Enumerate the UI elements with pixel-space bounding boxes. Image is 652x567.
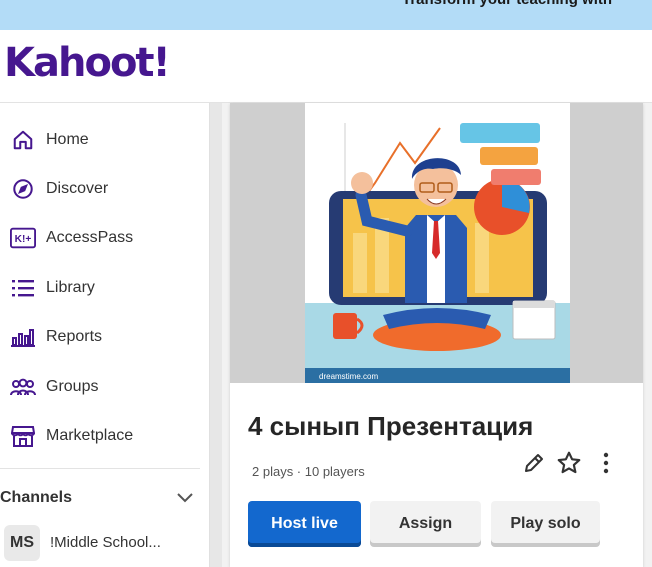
sidebar-item-library[interactable]: Library bbox=[0, 268, 210, 308]
star-icon[interactable] bbox=[555, 449, 583, 477]
list-icon bbox=[10, 275, 36, 301]
sidebar-item-reports[interactable]: Reports bbox=[0, 317, 210, 357]
kahoot-stats: 2 plays · 10 players bbox=[252, 464, 365, 479]
cover-illustration: dreamstime.com bbox=[305, 103, 570, 383]
kahoot-title: 4 сынып Презентация bbox=[248, 411, 534, 441]
assign-button[interactable]: Assign bbox=[370, 501, 481, 547]
sidebar-item-discover[interactable]: Discover bbox=[0, 169, 210, 209]
host-live-button[interactable]: Host live bbox=[248, 501, 361, 547]
top-bar: Kahoot! bbox=[0, 30, 652, 103]
cover-watermark-bar: dreamstime.com bbox=[305, 368, 570, 383]
sidebar-item-label: Library bbox=[46, 279, 95, 296]
promo-banner-text: Transform your teaching with bbox=[402, 0, 612, 8]
sidebar-item-home[interactable]: Home bbox=[0, 120, 210, 160]
sidebar-divider bbox=[0, 468, 200, 469]
play-solo-button[interactable]: Play solo bbox=[491, 501, 600, 547]
kahoot-card: dreamstime.com 4 сынып Презентация 2 pla… bbox=[230, 103, 643, 567]
accesspass-badge-text: K!+ bbox=[15, 234, 32, 245]
sidebar-item-label: Reports bbox=[46, 328, 103, 345]
cover-image-area: dreamstime.com bbox=[230, 103, 643, 383]
channel-label: !Middle School... bbox=[50, 534, 161, 551]
sidebar: Home Discover K!+ AccessPass Library Rep… bbox=[0, 103, 210, 567]
sidebar-item-marketplace[interactable]: Marketplace bbox=[0, 416, 210, 456]
channel-avatar: MS bbox=[4, 525, 40, 561]
people-icon bbox=[10, 374, 36, 400]
sidebar-item-label: Discover bbox=[46, 180, 109, 197]
channel-item[interactable]: MS !Middle School... bbox=[4, 525, 204, 563]
compass-icon bbox=[10, 176, 36, 202]
sidebar-item-label: AccessPass bbox=[46, 229, 134, 246]
sidebar-item-label: Marketplace bbox=[46, 427, 134, 444]
kahoot-logo[interactable]: Kahoot! bbox=[4, 40, 171, 86]
sidebar-item-groups[interactable]: Groups bbox=[0, 367, 210, 407]
cover-watermark-text: dreamstime.com bbox=[319, 372, 379, 381]
bar-chart-icon bbox=[10, 324, 36, 350]
channels-heading[interactable]: Channels bbox=[0, 489, 72, 507]
accesspass-icon: K!+ bbox=[10, 225, 36, 251]
home-icon bbox=[10, 127, 36, 153]
more-vertical-icon[interactable] bbox=[592, 449, 620, 477]
promo-banner[interactable]: Transform your teaching with bbox=[0, 0, 652, 30]
sidebar-item-accesspass[interactable]: K!+ AccessPass bbox=[0, 218, 210, 258]
content-gutter bbox=[210, 103, 222, 567]
chevron-down-icon[interactable] bbox=[176, 491, 194, 509]
sidebar-item-label: Groups bbox=[46, 378, 99, 395]
storefront-icon bbox=[10, 423, 36, 449]
sidebar-item-label: Home bbox=[46, 131, 89, 148]
pencil-icon[interactable] bbox=[520, 449, 548, 477]
